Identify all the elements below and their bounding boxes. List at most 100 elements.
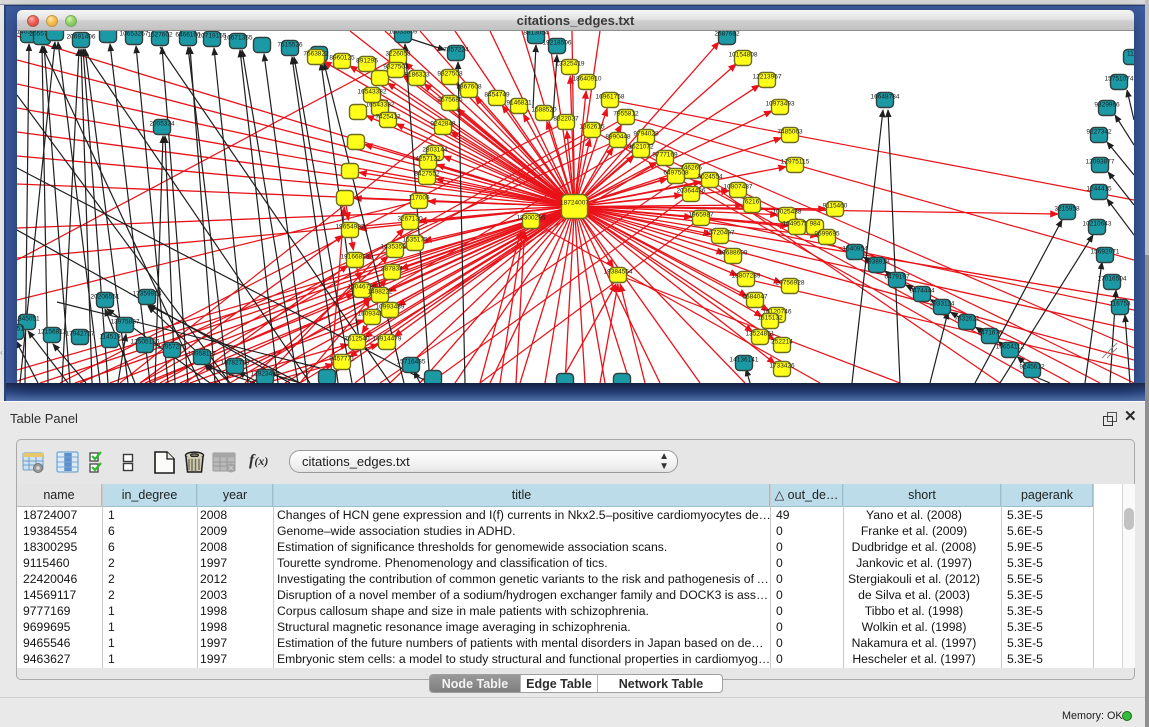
svg-text:12505135: 12505135	[131, 339, 160, 346]
svg-text:10025438: 10025438	[773, 209, 802, 216]
svg-text:15692971: 15692971	[1091, 249, 1120, 256]
svg-text:18807289: 18807289	[732, 273, 761, 280]
svg-text:9684047: 9684047	[742, 294, 768, 301]
svg-text:9327503: 9327503	[383, 64, 409, 71]
svg-text:17359914: 17359914	[133, 291, 162, 298]
svg-text:9242848: 9242848	[430, 121, 456, 128]
svg-text:9146821: 9146821	[506, 100, 532, 107]
svg-text:117006: 117006	[408, 195, 430, 202]
svg-text:15716485: 15716485	[397, 359, 426, 366]
svg-text:1588520: 1588520	[531, 107, 557, 114]
svg-text:16648784: 16648784	[871, 94, 900, 101]
svg-text:9699695: 9699695	[814, 231, 840, 238]
svg-text:1621072: 1621072	[628, 144, 654, 151]
svg-text:8322037: 8322037	[553, 116, 579, 123]
svg-text:10993489: 10993489	[376, 304, 405, 311]
svg-text:15720407: 15720407	[706, 230, 735, 237]
svg-text:1615132: 1615132	[757, 315, 783, 322]
svg-text:18724007: 18724007	[560, 200, 589, 207]
svg-text:19654987: 19654987	[336, 224, 365, 231]
svg-text:1362615: 1362615	[579, 124, 605, 131]
svg-text:19384554: 19384554	[604, 269, 633, 276]
svg-text:10807487: 10807487	[724, 184, 753, 191]
svg-text:10654112: 10654112	[996, 344, 1025, 351]
svg-text:8427552: 8427552	[414, 171, 440, 178]
svg-text:12213967: 12213967	[753, 74, 782, 81]
svg-text:7357224: 7357224	[443, 47, 469, 54]
svg-text:12093877: 12093877	[1086, 159, 1115, 166]
svg-text:13325419: 13325419	[556, 61, 585, 68]
svg-text:3675685: 3675685	[437, 97, 463, 104]
svg-text:39151: 39151	[17, 326, 24, 333]
svg-text:8454749: 8454749	[484, 92, 510, 99]
svg-text:18300295: 18300295	[517, 215, 546, 222]
svg-text:17957275: 17957275	[158, 344, 187, 351]
svg-text:9794028: 9794028	[633, 131, 659, 138]
svg-text:1733426: 1733426	[769, 363, 795, 370]
svg-text:15751074: 15751074	[1105, 76, 1134, 83]
svg-text:2005334: 2005334	[149, 121, 175, 128]
svg-text:9245612: 9245612	[1019, 364, 1045, 371]
svg-text:10653267: 10653267	[120, 31, 149, 38]
svg-text:8813054: 8813054	[523, 31, 549, 37]
svg-text:10688609: 10688609	[719, 250, 748, 257]
svg-text:3267130: 3267130	[397, 216, 423, 223]
svg-text:1535175: 1535175	[402, 237, 428, 244]
svg-text:1345051: 1345051	[17, 316, 40, 323]
svg-text:887834: 887834	[381, 266, 403, 273]
svg-text:20206551: 20206551	[91, 294, 120, 301]
svg-text:12923465: 12923465	[251, 371, 280, 378]
svg-text:984: 984	[810, 221, 821, 228]
svg-text:7612540: 7612540	[344, 336, 370, 343]
svg-text:16914479: 16914479	[373, 336, 402, 343]
svg-text:1640954: 1640954	[842, 246, 868, 253]
svg-text:8938918: 8938918	[864, 259, 890, 266]
svg-text:9457771: 9457771	[329, 356, 355, 363]
svg-text:7485063: 7485063	[777, 129, 803, 136]
svg-text:14353584: 14353584	[381, 244, 410, 251]
svg-text:1244415: 1244415	[1086, 186, 1112, 193]
svg-text:9327508: 9327508	[437, 71, 463, 78]
svg-text:1527602: 1527602	[147, 32, 173, 39]
svg-text:12156812: 12156812	[38, 329, 67, 336]
svg-text:2803144: 2803144	[422, 147, 448, 154]
svg-text:3215958: 3215958	[1054, 206, 1080, 213]
svg-text:19218506: 19218506	[543, 40, 572, 47]
svg-text:6479197: 6479197	[884, 274, 910, 281]
svg-text:8186323: 8186323	[404, 72, 430, 79]
svg-text:8471676: 8471676	[977, 330, 1003, 337]
svg-text:7515526: 7515526	[277, 42, 303, 49]
svg-text:17942757: 17942757	[66, 331, 95, 338]
svg-text:252214: 252214	[771, 339, 793, 346]
svg-text:6216: 6216	[745, 199, 760, 206]
svg-text:14136141: 14136141	[730, 357, 759, 364]
svg-text:18640910: 18640910	[573, 76, 602, 83]
svg-text:1498222: 1498222	[367, 289, 393, 296]
svg-text:4257122: 4257122	[415, 156, 441, 163]
svg-text:16033809: 16033809	[389, 31, 418, 36]
svg-text:20756928: 20756928	[776, 280, 805, 287]
svg-text:7425412: 7425412	[375, 114, 401, 121]
svg-text:20691406: 20691406	[67, 34, 96, 41]
svg-text:16543382: 16543382	[358, 89, 387, 96]
svg-text:13975887: 13975887	[111, 319, 140, 326]
svg-text:8960125: 8960125	[329, 55, 355, 62]
svg-text:10719155: 10719155	[198, 33, 227, 40]
svg-text:2687682: 2687682	[714, 31, 740, 38]
svg-text:891295: 891295	[356, 58, 378, 65]
svg-text:10958117: 10958117	[188, 351, 217, 358]
svg-text:9115460: 9115460	[823, 203, 848, 210]
svg-text:9474444: 9474444	[909, 288, 935, 295]
svg-text:111: 111	[1127, 51, 1134, 58]
svg-text:7632621: 7632621	[954, 316, 980, 323]
svg-text:10973493: 10973493	[766, 101, 795, 108]
svg-text:1965987: 1965987	[688, 212, 714, 219]
svg-text:2933114: 2933114	[930, 301, 955, 308]
svg-text:9329966: 9329966	[1094, 102, 1120, 109]
svg-text:19166825: 19166825	[341, 254, 370, 261]
svg-text:17016504: 17016504	[1098, 276, 1127, 283]
svg-text:7955812: 7955812	[613, 111, 639, 118]
svg-text:16782759: 16782759	[221, 360, 250, 367]
svg-text:2867608: 2867608	[456, 84, 482, 91]
svg-text:20364436: 20364436	[677, 188, 706, 195]
